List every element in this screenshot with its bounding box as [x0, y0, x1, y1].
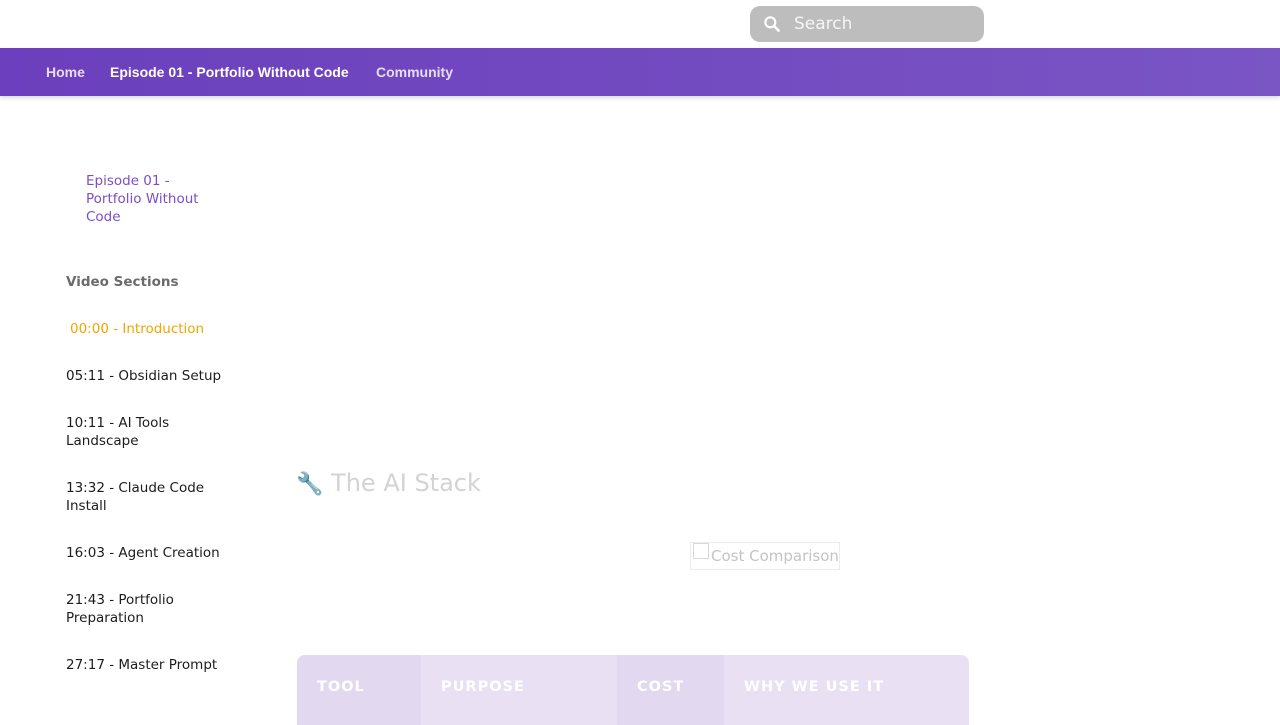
section-link-master-prompt[interactable]: 27:17 - Master Prompt [66, 656, 231, 674]
section-heading: 🔧 The AI Stack [296, 469, 481, 497]
search-box[interactable] [750, 6, 984, 42]
ai-stack-table-header: TOOL PURPOSE COST WHY WE USE IT [297, 655, 969, 725]
wrench-icon: 🔧 [296, 472, 324, 497]
section-link-portfolio-preparation[interactable]: 21:43 - Portfolio Preparation [66, 591, 231, 627]
section-link-claude-code-install[interactable]: 13:32 - Claude Code Install [66, 479, 231, 515]
sidebar: Episode 01 - Portfolio Without Code Vide… [0, 96, 260, 720]
section-link-obsidian-setup[interactable]: 05:11 - Obsidian Setup [66, 367, 231, 385]
search-input[interactable] [794, 6, 974, 42]
nav-episode-01[interactable]: Episode 01 - Portfolio Without Code [110, 64, 349, 80]
column-header-cost: COST [617, 655, 724, 725]
main-content: 🔧 The AI Stack Cost Comparison TOOL PURP… [296, 96, 976, 725]
main-nav: Home Episode 01 - Portfolio Without Code… [0, 48, 1280, 96]
section-link-agent-creation[interactable]: 16:03 - Agent Creation [66, 544, 231, 562]
cost-comparison-image: Cost Comparison [690, 542, 840, 570]
sidebar-episode-link[interactable]: Episode 01 - Portfolio Without Code [86, 172, 216, 226]
section-link-ai-tools-landscape[interactable]: 10:11 - AI Tools Landscape [66, 414, 231, 450]
video-sections-title: Video Sections [66, 274, 179, 290]
nav-home[interactable]: Home [46, 64, 85, 80]
column-header-purpose: PURPOSE [421, 655, 617, 725]
image-alt-text: Cost Comparison [711, 547, 839, 565]
section-link-introduction[interactable]: 00:00 - Introduction [66, 320, 235, 338]
column-header-why-we-use-it: WHY WE USE IT [724, 655, 969, 725]
nav-community[interactable]: Community [376, 64, 453, 80]
column-header-tool: TOOL [297, 655, 421, 725]
section-heading-text: The AI Stack [331, 469, 481, 497]
search-icon [764, 16, 780, 32]
broken-image-icon [693, 543, 709, 559]
top-bar [0, 0, 1280, 48]
